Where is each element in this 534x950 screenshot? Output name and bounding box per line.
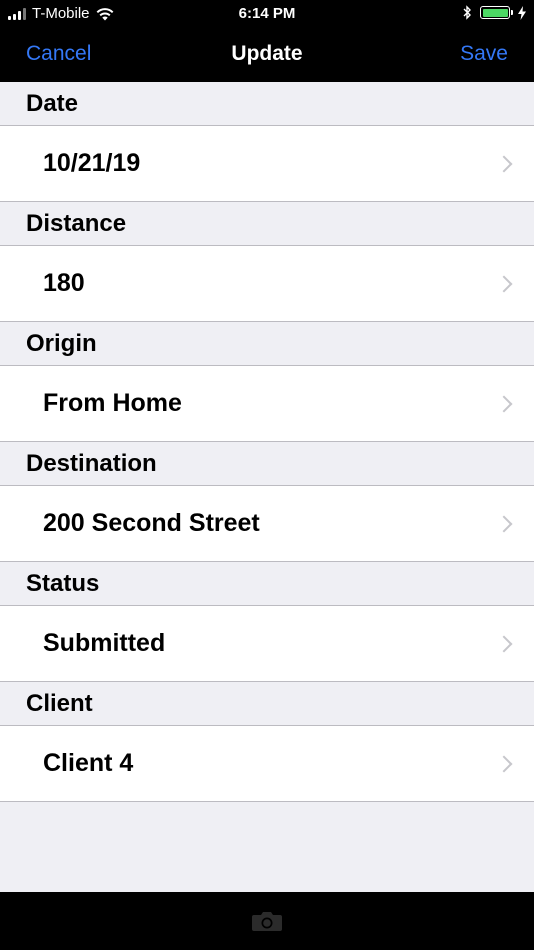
date-section-header: Date	[0, 82, 534, 126]
battery-fill	[482, 8, 508, 17]
status-right	[462, 5, 526, 20]
status-bar: T-Mobile 6:14 PM	[0, 0, 534, 28]
distance-section-header: Distance	[0, 202, 534, 246]
distance-value: 180	[43, 269, 85, 297]
chevron-right-icon	[495, 155, 513, 172]
screen: T-Mobile 6:14 PM Cancel Update Save Date…	[0, 0, 534, 950]
form-content: Date 10/21/19 Distance 180 Origin From H…	[0, 82, 534, 892]
bottom-toolbar	[0, 892, 534, 950]
distance-cell[interactable]: 180	[0, 246, 534, 322]
origin-cell[interactable]: From Home	[0, 366, 534, 442]
client-value: Client 4	[43, 749, 134, 777]
date-value: 10/21/19	[43, 149, 141, 177]
chevron-right-icon	[495, 515, 513, 532]
status-section-header: Status	[0, 562, 534, 606]
chevron-right-icon	[495, 635, 513, 652]
destination-value: 200 Second Street	[43, 509, 260, 537]
chevron-right-icon	[495, 395, 513, 412]
status-cell[interactable]: Submitted	[0, 606, 534, 682]
save-button[interactable]: Save	[460, 42, 508, 66]
status-value: Submitted	[43, 629, 166, 657]
destination-cell[interactable]: 200 Second Street	[0, 486, 534, 562]
battery-icon	[480, 6, 513, 19]
page-title: Update	[231, 42, 303, 65]
chevron-right-icon	[495, 755, 513, 772]
navigation-bar: Cancel Update Save	[0, 28, 534, 82]
destination-section-header: Destination	[0, 442, 534, 486]
client-section-header: Client	[0, 682, 534, 726]
origin-value: From Home	[43, 389, 182, 417]
chevron-right-icon	[495, 275, 513, 292]
status-time: 6:14 PM	[238, 5, 296, 22]
client-cell[interactable]: Client 4	[0, 726, 534, 802]
date-cell[interactable]: 10/21/19	[0, 126, 534, 202]
camera-icon[interactable]	[251, 910, 283, 932]
charging-bolt-icon	[518, 5, 526, 20]
origin-section-header: Origin	[0, 322, 534, 366]
bluetooth-icon	[463, 5, 471, 20]
